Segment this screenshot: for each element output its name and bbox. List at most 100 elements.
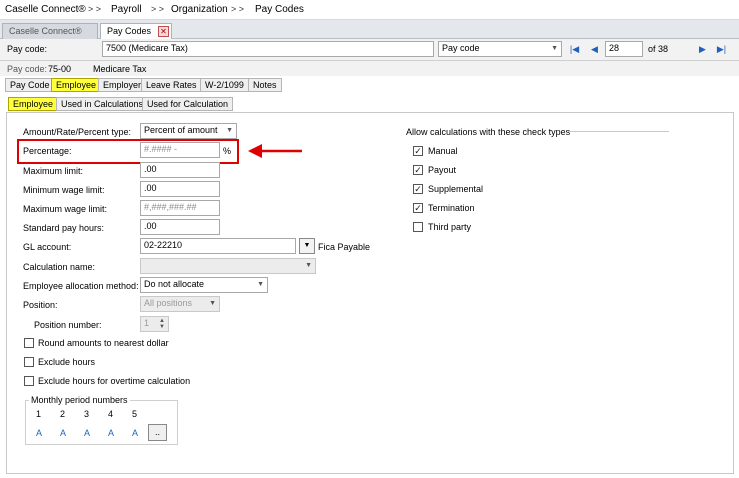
std-hours-input[interactable]: .00 [140, 219, 220, 235]
month-number: 3 [84, 409, 90, 419]
chevron-down-icon: ▼ [226, 127, 233, 134]
termination-checkbox[interactable] [413, 203, 423, 213]
pay-code-value: 7500 (Medicare Tax) [106, 43, 188, 53]
exclude-hours-checkbox[interactable] [24, 357, 34, 367]
calc-name-label: Calculation name: [23, 262, 96, 272]
check-types-title: Allow calculations with these check type… [406, 127, 571, 137]
exclude-hours-label: Exclude hours [38, 357, 96, 367]
breadcrumb-separator: > > [151, 4, 165, 14]
gl-description: Fica Payable [318, 242, 371, 252]
search-by-dropdown[interactable]: Pay code ▼ [438, 41, 562, 57]
position-number-stepper[interactable]: 1 ▲ ▼ [140, 316, 169, 332]
percent-unit: % [223, 146, 232, 156]
tab-w2-1099[interactable]: W-2/1099 [200, 78, 249, 92]
gl-account-input[interactable]: 02-22210 [140, 238, 296, 254]
info-code: 75-00 [48, 64, 72, 74]
last-record-icon[interactable]: ▶| [716, 44, 727, 55]
max-wage-label: Maximum wage limit: [23, 204, 108, 214]
round-amounts-checkbox[interactable] [24, 338, 34, 348]
breadcrumb-separator: > > [231, 4, 245, 14]
pay-code-info: Pay code: 75-00 Medicare Tax [0, 61, 739, 76]
month-value[interactable]: A [84, 428, 90, 438]
stepper-arrows-icon: ▲ ▼ [159, 318, 165, 330]
position-number-label: Position number: [34, 320, 102, 330]
breadcrumb-separator: > > [88, 4, 102, 14]
close-icon[interactable]: ✕ [158, 26, 169, 37]
next-record-icon[interactable]: ▶ [697, 44, 708, 55]
main-tabs: Pay Code Employee Employer Leave Rates W… [0, 77, 739, 93]
month-value[interactable]: A [60, 428, 66, 438]
position-value: All positions [144, 298, 193, 308]
monthly-period-label: Monthly period numbers [29, 395, 130, 405]
termination-label: Termination [428, 203, 475, 213]
tab-employee-sub[interactable]: Employee [8, 97, 59, 111]
max-limit-input[interactable]: .00 [140, 162, 220, 178]
tab-notes[interactable]: Notes [248, 78, 282, 92]
info-label: Pay code: [7, 64, 48, 74]
position-label: Position: [23, 300, 58, 310]
tab-pay-codes[interactable]: Pay Codes ✕ [100, 23, 172, 40]
callout-arrow-icon [248, 144, 302, 158]
max-wage-input[interactable]: #,###,###.## [140, 200, 220, 216]
payout-checkbox[interactable] [413, 165, 423, 175]
percentage-label: Percentage: [23, 146, 72, 156]
tab-pay-code[interactable]: Pay Code [5, 78, 55, 92]
percentage-input[interactable]: #.#### - [140, 142, 220, 158]
tab-used-in-calculations[interactable]: Used in Calculations [56, 97, 149, 111]
gl-account-label: GL account: [23, 242, 72, 252]
gl-lookup-button[interactable]: ▼ [299, 238, 315, 254]
position-number-value: 1 [144, 318, 150, 328]
more-months-button[interactable]: .. [148, 424, 167, 441]
third-party-checkbox[interactable] [413, 222, 423, 232]
chevron-down-icon: ▼ [551, 45, 558, 52]
alloc-method-dropdown[interactable]: Do not allocate ▼ [140, 277, 268, 293]
breadcrumb-caselle-connect[interactable]: Caselle Connect® [5, 4, 86, 15]
record-number-input[interactable]: 28 [605, 41, 643, 57]
month-number: 5 [132, 409, 138, 419]
document-tab-bar: Caselle Connect® Pay Codes ✕ [0, 20, 739, 40]
max-wage-mask: #,###,###.## [144, 202, 197, 212]
std-hours-value: .00 [144, 221, 157, 231]
third-party-label: Third party [428, 222, 472, 232]
amount-type-dropdown[interactable]: Percent of amount ▼ [140, 123, 237, 139]
pay-code-row: Pay code: 7500 (Medicare Tax) Pay code ▼… [0, 39, 739, 61]
month-value[interactable]: A [132, 428, 138, 438]
breadcrumb: Caselle Connect® > > Payroll > > Organiz… [0, 0, 739, 20]
min-wage-input[interactable]: .00 [140, 181, 220, 197]
chevron-down-icon: ▼ [209, 300, 216, 307]
breadcrumb-pay-codes[interactable]: Pay Codes [255, 4, 304, 15]
tab-caselle-connect[interactable]: Caselle Connect® [2, 23, 98, 39]
month-number: 1 [36, 409, 42, 419]
tab-label: Caselle Connect® [9, 26, 82, 36]
month-number: 4 [108, 409, 114, 419]
min-wage-value: .00 [144, 183, 157, 193]
divider [568, 131, 669, 132]
calc-name-dropdown[interactable]: ▼ [140, 258, 316, 274]
chevron-down-icon: ▼ [257, 281, 264, 288]
exclude-ot-checkbox[interactable] [24, 376, 34, 386]
breadcrumb-organization[interactable]: Organization [171, 4, 228, 15]
tab-employee[interactable]: Employee [51, 78, 102, 92]
max-limit-label: Maximum limit: [23, 166, 83, 176]
tab-employer[interactable]: Employer [98, 78, 147, 92]
manual-checkbox[interactable] [413, 146, 423, 156]
pay-code-input[interactable]: 7500 (Medicare Tax) [102, 41, 434, 57]
alloc-method-label: Employee allocation method: [23, 281, 139, 291]
month-value[interactable]: A [108, 428, 114, 438]
month-value[interactable]: A [36, 428, 42, 438]
previous-record-icon[interactable]: ◀ [589, 44, 600, 55]
record-number: 28 [609, 43, 620, 53]
search-by-value: Pay code [442, 43, 480, 53]
amount-type-label: Amount/Rate/Percent type: [23, 127, 132, 137]
round-amounts-label: Round amounts to nearest dollar [38, 338, 169, 348]
payout-label: Payout [428, 165, 457, 175]
tab-leave-rates[interactable]: Leave Rates [141, 78, 202, 92]
sub-tabs: Employee Used in Calculations Used for C… [0, 96, 739, 112]
pay-code-label: Pay code: [7, 44, 48, 54]
breadcrumb-payroll[interactable]: Payroll [111, 4, 142, 15]
supplemental-checkbox[interactable] [413, 184, 423, 194]
position-dropdown[interactable]: All positions ▼ [140, 296, 220, 312]
exclude-ot-label: Exclude hours for overtime calculation [38, 376, 191, 386]
first-record-icon[interactable]: |◀ [569, 44, 580, 55]
tab-used-for-calculation[interactable]: Used for Calculation [142, 97, 234, 111]
